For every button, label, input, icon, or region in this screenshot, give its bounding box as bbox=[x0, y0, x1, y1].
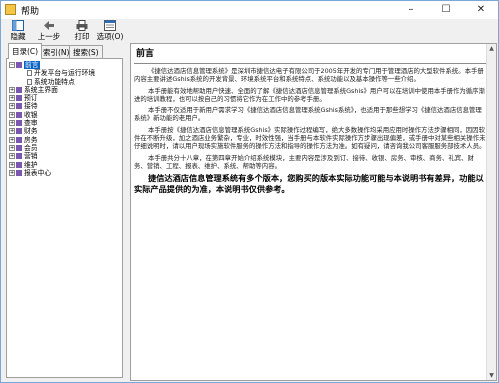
expand-icon[interactable]: + bbox=[9, 128, 15, 135]
book-icon bbox=[16, 95, 22, 102]
tree-item[interactable]: + 查审 bbox=[9, 119, 95, 127]
expand-icon[interactable]: + bbox=[9, 103, 15, 110]
topic-content: 前言 《捷信达酒店信息管理系统》是深圳市捷信达电子有限公司于2005年开发的专门… bbox=[134, 46, 486, 195]
tree-item-label: 财务 bbox=[24, 127, 38, 136]
tree-item-label: 查审 bbox=[24, 119, 38, 128]
paragraph: 《捷信达酒店信息管理系统》是深圳市捷信达电子有限公司于2005年开发的专门用于管… bbox=[134, 67, 484, 84]
book-icon bbox=[16, 111, 22, 118]
contents-tree: − 前言 开发平台与运行环境 系统功能特点 + 系统主界面 + 预订 + 接待 + 收银 + 查审 + 财务 +… bbox=[6, 58, 123, 378]
tree-item[interactable]: + 房务 bbox=[9, 136, 95, 144]
book-icon bbox=[16, 103, 22, 110]
tree-item[interactable]: + 收银 bbox=[9, 111, 95, 119]
options-button[interactable]: 选项(O) bbox=[95, 20, 125, 41]
heading-divider bbox=[134, 63, 486, 64]
navigation-pane: 目录(C) 索引(N) 搜索(S) − 前言 开发平台与运行环境 系统功能特点 + 系统主… bbox=[3, 43, 126, 381]
tree-item[interactable]: + 财务 bbox=[9, 127, 95, 135]
tree-item-label: 维护 bbox=[24, 160, 38, 169]
tree-item-label: 会员 bbox=[24, 143, 38, 152]
hide-button[interactable]: 隐藏 bbox=[3, 20, 33, 41]
expand-icon[interactable]: + bbox=[9, 144, 15, 151]
tree-item[interactable]: 开发平台与运行环境 bbox=[9, 69, 95, 77]
maximize-button[interactable]: ☐ bbox=[429, 1, 463, 19]
tree-item[interactable]: + 维护 bbox=[9, 161, 95, 169]
book-icon bbox=[16, 62, 22, 68]
paragraph: 本手册不仅适用于新用户需求学习《捷信达酒店信息管理系统Gshis系统》，也适用于… bbox=[134, 106, 482, 123]
options-icon bbox=[95, 20, 125, 32]
expand-icon[interactable]: + bbox=[9, 153, 15, 160]
tree-item-label: 营销 bbox=[24, 152, 38, 161]
tree-item-label: 系统功能特点 bbox=[34, 77, 75, 86]
tree-item[interactable]: + 报表中心 bbox=[9, 169, 95, 177]
expand-icon[interactable]: + bbox=[9, 111, 15, 118]
window-title: 帮助 bbox=[21, 7, 40, 17]
help-window: 帮助 – ☐ ✕ 隐藏 上一步 打印 选项(O) 目录(C) 索引(N) 搜索(… bbox=[0, 0, 499, 383]
tree-item[interactable]: + 预订 bbox=[9, 94, 95, 102]
expand-icon[interactable]: + bbox=[9, 169, 15, 176]
page-icon bbox=[27, 78, 32, 85]
tree-item-label: 房务 bbox=[24, 135, 38, 144]
print-icon bbox=[67, 20, 97, 32]
expand-icon[interactable]: + bbox=[9, 95, 15, 102]
tree-item-label: 接待 bbox=[24, 102, 38, 111]
scroll-up-icon[interactable]: ▲ bbox=[487, 44, 496, 53]
book-icon bbox=[16, 153, 22, 160]
expand-icon[interactable]: + bbox=[9, 86, 15, 93]
book-icon bbox=[16, 144, 22, 151]
tab-contents[interactable]: 目录(C) bbox=[8, 43, 43, 59]
topic-heading: 前言 bbox=[136, 49, 155, 59]
paragraph: 本手册按《捷信达酒店信息管理系统Gshis》实际操作过程编写，绝大多数操作均采用… bbox=[134, 125, 486, 151]
book-icon bbox=[16, 161, 22, 168]
book-icon bbox=[16, 120, 22, 127]
title-bar[interactable]: 帮助 – ☐ ✕ bbox=[1, 1, 498, 19]
tree-item-label: 系统主界面 bbox=[24, 85, 58, 94]
tree-item[interactable]: + 会员 bbox=[9, 144, 95, 152]
toolbar: 隐藏 上一步 打印 选项(O) bbox=[1, 19, 498, 41]
paragraph: 本手册能有效地帮助用户快速、全面的了解《捷信达酒店信息管理系统Gshis》用户可… bbox=[134, 86, 485, 103]
book-icon bbox=[16, 169, 22, 176]
tree-item[interactable]: + 系统主界面 bbox=[9, 86, 95, 94]
tree-item-label: 前言 bbox=[24, 61, 40, 69]
expand-icon[interactable]: + bbox=[9, 161, 15, 168]
tree-item[interactable]: 系统功能特点 bbox=[9, 78, 95, 86]
expand-icon[interactable]: + bbox=[9, 136, 15, 143]
book-icon bbox=[16, 86, 22, 93]
close-button[interactable]: ✕ bbox=[464, 1, 498, 19]
collapse-icon[interactable]: − bbox=[9, 62, 15, 68]
back-button[interactable]: 上一步 bbox=[34, 20, 64, 41]
tree-item-label: 开发平台与运行环境 bbox=[34, 69, 96, 78]
tree-item[interactable]: + 接待 bbox=[9, 102, 95, 110]
back-arrow-icon bbox=[34, 20, 64, 32]
print-button[interactable]: 打印 bbox=[67, 20, 97, 41]
tree-item[interactable]: + 营销 bbox=[9, 152, 95, 160]
paragraph: 本手册共分十八章，在第四章开始介绍系统模块，主要内容是涉及到订、接待、收银、房务… bbox=[134, 153, 474, 170]
expand-icon[interactable]: + bbox=[9, 120, 15, 127]
book-icon bbox=[16, 136, 22, 143]
tree-item-label: 预订 bbox=[24, 94, 38, 103]
vertical-scrollbar[interactable]: ▲ ▼ bbox=[486, 44, 496, 380]
topic-pane: 前言 《捷信达酒店信息管理系统》是深圳市捷信达电子有限公司于2005年开发的专门… bbox=[130, 43, 497, 381]
scroll-down-icon[interactable]: ▼ bbox=[487, 371, 496, 380]
page-icon bbox=[27, 70, 32, 77]
book-icon bbox=[16, 128, 22, 135]
tab-search[interactable]: 搜索(S) bbox=[69, 45, 103, 59]
hide-icon bbox=[3, 20, 33, 32]
tree-item-label: 收银 bbox=[24, 110, 38, 119]
tree-item-label: 报表中心 bbox=[24, 168, 52, 177]
minimize-button[interactable]: – bbox=[394, 1, 428, 19]
version-notice: 捷信达酒店信息管理系统有多个版本，您购买的版本实际功能可能与本说明书有差异，功能… bbox=[134, 173, 484, 195]
help-app-icon bbox=[5, 4, 16, 15]
